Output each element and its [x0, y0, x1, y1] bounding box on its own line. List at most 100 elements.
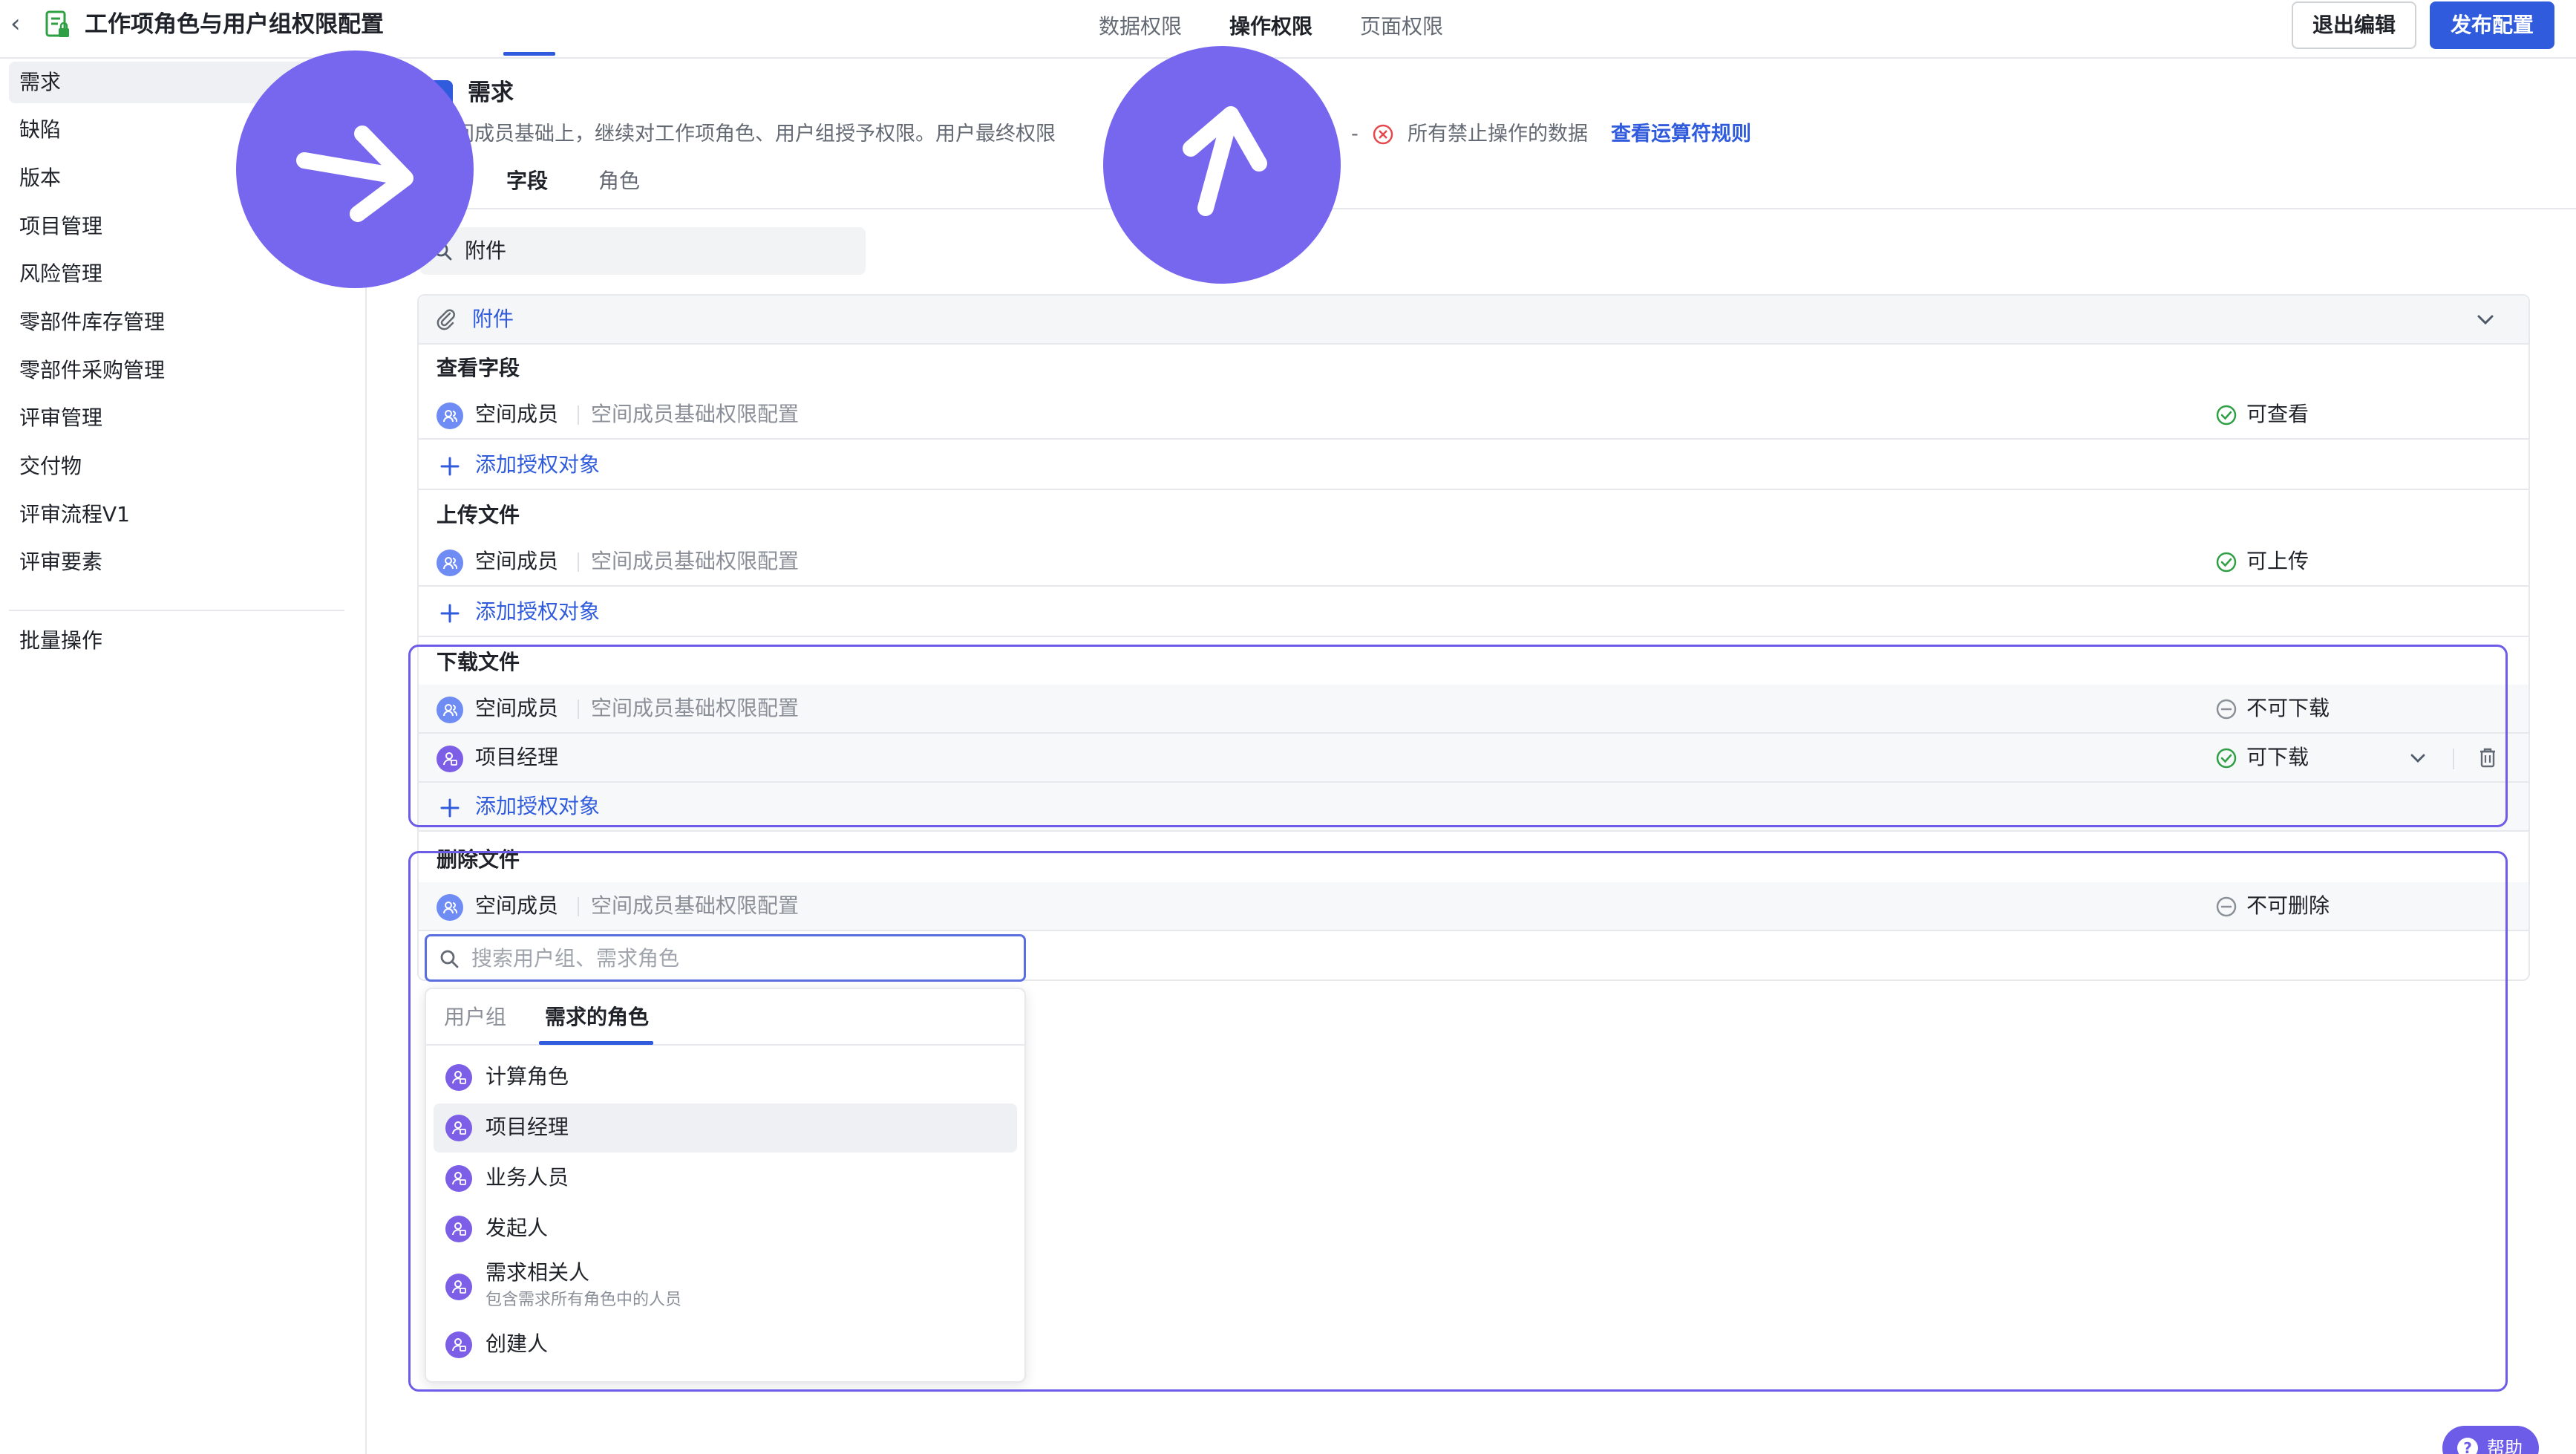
add-grantee-button[interactable]: 添加授权对象 — [419, 783, 2528, 832]
role-picker-dropdown: 用户组 需求的角色 计算角色 项目经理 业务人员 发起人 需求相关人 包含需求所… — [425, 988, 1026, 1383]
annotation-arrow-up-icon — [1103, 46, 1341, 284]
member-group-icon — [437, 402, 463, 429]
top-tabs: 数据权限 操作权限 页面权限 — [1099, 12, 1443, 42]
add-grantee-label: 添加授权对象 — [475, 452, 601, 477]
work-item-title: 需求 — [468, 79, 514, 106]
field-search-input[interactable]: 附件 — [420, 227, 866, 275]
member-name: 空间成员 — [475, 696, 559, 720]
operator-minus: - — [1351, 123, 1359, 146]
role-icon — [445, 1064, 472, 1091]
divider — [2453, 749, 2454, 769]
annotation-arrow-right-icon — [236, 50, 474, 288]
permission-select[interactable]: 可下载 — [2246, 743, 2309, 772]
chevron-down-icon[interactable] — [2408, 750, 2428, 766]
role-name: 创建人 — [486, 1331, 549, 1356]
divider — [578, 405, 579, 425]
view-operator-rules-link[interactable]: 查看运算符规则 — [1611, 120, 1751, 149]
role-icon — [445, 1115, 472, 1141]
role-name: 需求相关人 — [486, 1260, 590, 1285]
table-row: 空间成员 空间成员基础权限配置 不可下载 — [419, 685, 2528, 734]
question-icon: ? — [2457, 1438, 2478, 1454]
dropdown-tabs: 用户组 需求的角色 — [426, 989, 1024, 1046]
list-item[interactable]: 业务人员 — [434, 1154, 1017, 1203]
panel-title: 附件 — [472, 307, 514, 331]
member-description: 空间成员基础权限配置 — [591, 696, 800, 720]
publish-config-button[interactable]: 发布配置 — [2430, 1, 2554, 49]
active-tab-indicator — [539, 1041, 653, 1045]
add-grantee-label: 添加授权对象 — [475, 599, 601, 624]
list-item[interactable]: 需求相关人 包含需求所有角色中的人员 — [434, 1256, 1017, 1317]
permission-description: 间成员基础上，继续对工作项角色、用户组授予权限。用户最终权限 — [454, 123, 1056, 146]
member-name: 空间成员 — [475, 549, 559, 573]
role-icon — [445, 1165, 472, 1192]
role-icon — [437, 746, 463, 772]
table-row: 空间成员 空间成员基础权限配置 不可删除 — [419, 882, 2528, 931]
member-group-icon — [437, 550, 463, 576]
document-lock-icon — [45, 10, 71, 40]
role-search-input[interactable]: 搜索用户组、需求角色 — [425, 934, 1026, 982]
sidebar-item-batch-operation[interactable]: 批量操作 — [9, 620, 350, 662]
member-name: 空间成员 — [475, 893, 559, 918]
sidebar-item-review-management[interactable]: 评审管理 — [9, 397, 350, 439]
check-circle-icon — [2216, 405, 2237, 426]
member-name: 空间成员 — [475, 402, 559, 426]
active-tab-indicator — [503, 52, 555, 56]
member-description: 空间成员基础权限配置 — [591, 893, 800, 918]
role-name: 计算角色 — [486, 1064, 569, 1089]
tab-user-groups[interactable]: 用户组 — [444, 1003, 506, 1032]
exit-edit-button[interactable]: 退出编辑 — [2292, 1, 2416, 49]
back-icon[interactable]: ‹ — [10, 9, 33, 39]
attachment-field-panel: 附件 查看字段 空间成员 空间成员基础权限配置 可查看 添加授权对象 上传文件 … — [417, 294, 2530, 982]
divider — [578, 700, 579, 719]
member-group-icon — [437, 894, 463, 921]
tab-requirement-roles[interactable]: 需求的角色 — [545, 1003, 649, 1032]
sidebar-item-parts-inventory[interactable]: 零部件库存管理 — [9, 301, 350, 343]
section-title-upload: 上传文件 — [437, 503, 520, 527]
section-title-view: 查看字段 — [437, 356, 520, 380]
add-grantee-button[interactable]: 添加授权对象 — [419, 441, 2528, 490]
sub-tabs: 字段 角色 — [367, 153, 2576, 209]
permission-value: 不可下载 — [2246, 696, 2330, 720]
table-row: 项目经理 可下载 — [419, 734, 2528, 783]
forbidden-description: 所有禁止操作的数据 — [1408, 123, 1588, 146]
sidebar-divider — [9, 610, 344, 611]
help-button[interactable]: ? 帮助 — [2442, 1426, 2539, 1454]
sidebar-item-parts-purchase[interactable]: 零部件采购管理 — [9, 350, 350, 391]
tab-fields[interactable]: 字段 — [506, 166, 548, 196]
paperclip-icon — [437, 309, 455, 330]
tab-data-permission[interactable]: 数据权限 — [1099, 12, 1182, 42]
forbidden-icon — [1372, 123, 1394, 146]
role-icon — [445, 1331, 472, 1358]
plus-icon — [440, 457, 460, 476]
role-name: 业务人员 — [486, 1165, 569, 1190]
role-description: 包含需求所有角色中的人员 — [486, 1291, 682, 1309]
page-title: 工作项角色与用户组权限配置 — [85, 11, 384, 38]
minus-circle-icon — [2216, 896, 2237, 917]
section-title-download: 下载文件 — [437, 650, 520, 674]
tab-page-permission[interactable]: 页面权限 — [1360, 12, 1443, 42]
list-item[interactable]: 发起人 — [434, 1204, 1017, 1253]
divider — [578, 897, 579, 916]
plus-icon — [440, 798, 460, 818]
list-item[interactable]: 创建人 — [434, 1320, 1017, 1369]
help-label: 帮助 — [2487, 1438, 2523, 1454]
list-item[interactable]: 计算角色 — [434, 1053, 1017, 1102]
add-grantee-label: 添加授权对象 — [475, 794, 601, 818]
trash-icon[interactable] — [2477, 746, 2499, 769]
section-title-delete: 删除文件 — [437, 847, 520, 872]
search-placeholder: 搜索用户组、需求角色 — [471, 946, 680, 971]
check-circle-icon — [2216, 552, 2237, 573]
chevron-down-icon[interactable] — [2475, 310, 2496, 328]
sidebar-item-deliverables[interactable]: 交付物 — [9, 446, 350, 487]
panel-header[interactable]: 附件 — [419, 296, 2528, 345]
role-name: 项目经理 — [475, 745, 559, 769]
list-item[interactable]: 项目经理 — [434, 1103, 1017, 1153]
role-name: 发起人 — [486, 1216, 549, 1240]
permission-value: 可上传 — [2246, 549, 2309, 573]
tab-operation-permission[interactable]: 操作权限 — [1229, 12, 1312, 42]
tab-roles[interactable]: 角色 — [598, 166, 640, 196]
add-grantee-button[interactable]: 添加授权对象 — [419, 588, 2528, 637]
sidebar-item-review-elements[interactable]: 评审要素 — [9, 541, 350, 583]
sidebar-item-review-flow-v1[interactable]: 评审流程V1 — [9, 494, 350, 535]
divider — [578, 552, 579, 572]
